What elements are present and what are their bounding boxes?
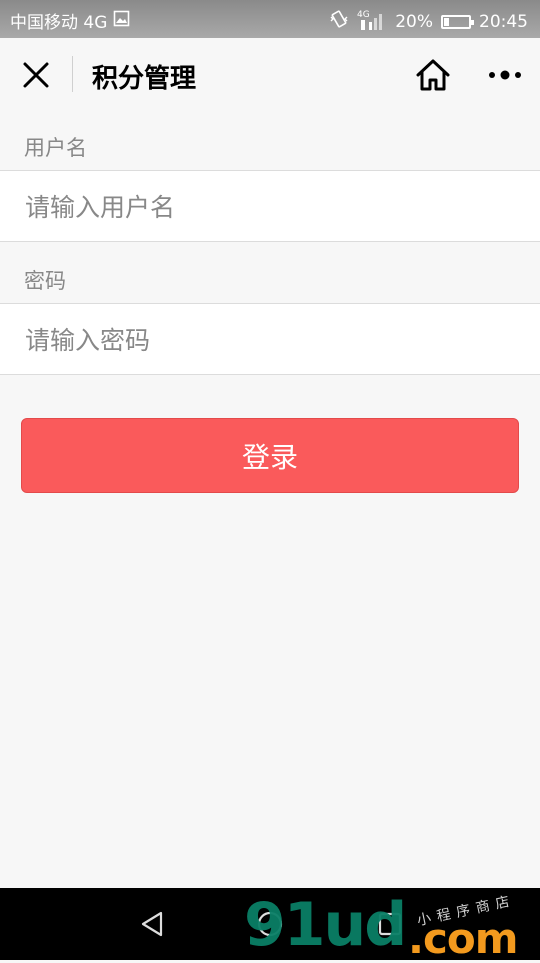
username-field — [0, 170, 540, 243]
signal-icon: 4G — [357, 8, 387, 35]
status-bar: 中国移动 4G 4G 20% 20:45 — [0, 0, 540, 38]
battery-icon — [441, 14, 474, 29]
battery-level — [444, 17, 449, 26]
recents-square-icon — [378, 912, 402, 936]
battery-text: 20% — [395, 11, 433, 32]
home-button[interactable] — [412, 55, 454, 95]
username-label: 用户名 — [24, 136, 87, 160]
password-label: 密码 — [24, 269, 66, 293]
network-small-text: 4G — [357, 10, 370, 20]
more-icon — [489, 70, 521, 80]
back-triangle-icon — [141, 911, 163, 937]
close-button[interactable] — [16, 55, 56, 95]
password-field — [0, 303, 540, 376]
home-key-button[interactable] — [250, 906, 290, 942]
home-icon — [416, 59, 450, 91]
status-left: 中国移动 4G — [10, 8, 130, 33]
username-input[interactable] — [23, 171, 517, 243]
navbar: 积分管理 — [0, 38, 540, 110]
image-icon — [113, 10, 130, 32]
back-button[interactable] — [132, 906, 172, 942]
status-right: 4G 20% 20:45 — [329, 8, 528, 35]
carrier-text: 中国移动 4G — [10, 13, 108, 33]
home-circle-icon — [257, 911, 283, 937]
vibrate-icon — [329, 9, 349, 34]
nav-divider — [72, 56, 73, 92]
login-button[interactable]: 登录 — [21, 418, 519, 493]
page-title: 积分管理 — [92, 64, 197, 94]
time-text: 20:45 — [479, 11, 528, 32]
system-nav-bar — [0, 888, 540, 960]
password-input[interactable] — [23, 304, 517, 376]
more-button[interactable] — [484, 55, 526, 95]
close-icon — [23, 62, 49, 88]
recents-button[interactable] — [370, 906, 410, 942]
